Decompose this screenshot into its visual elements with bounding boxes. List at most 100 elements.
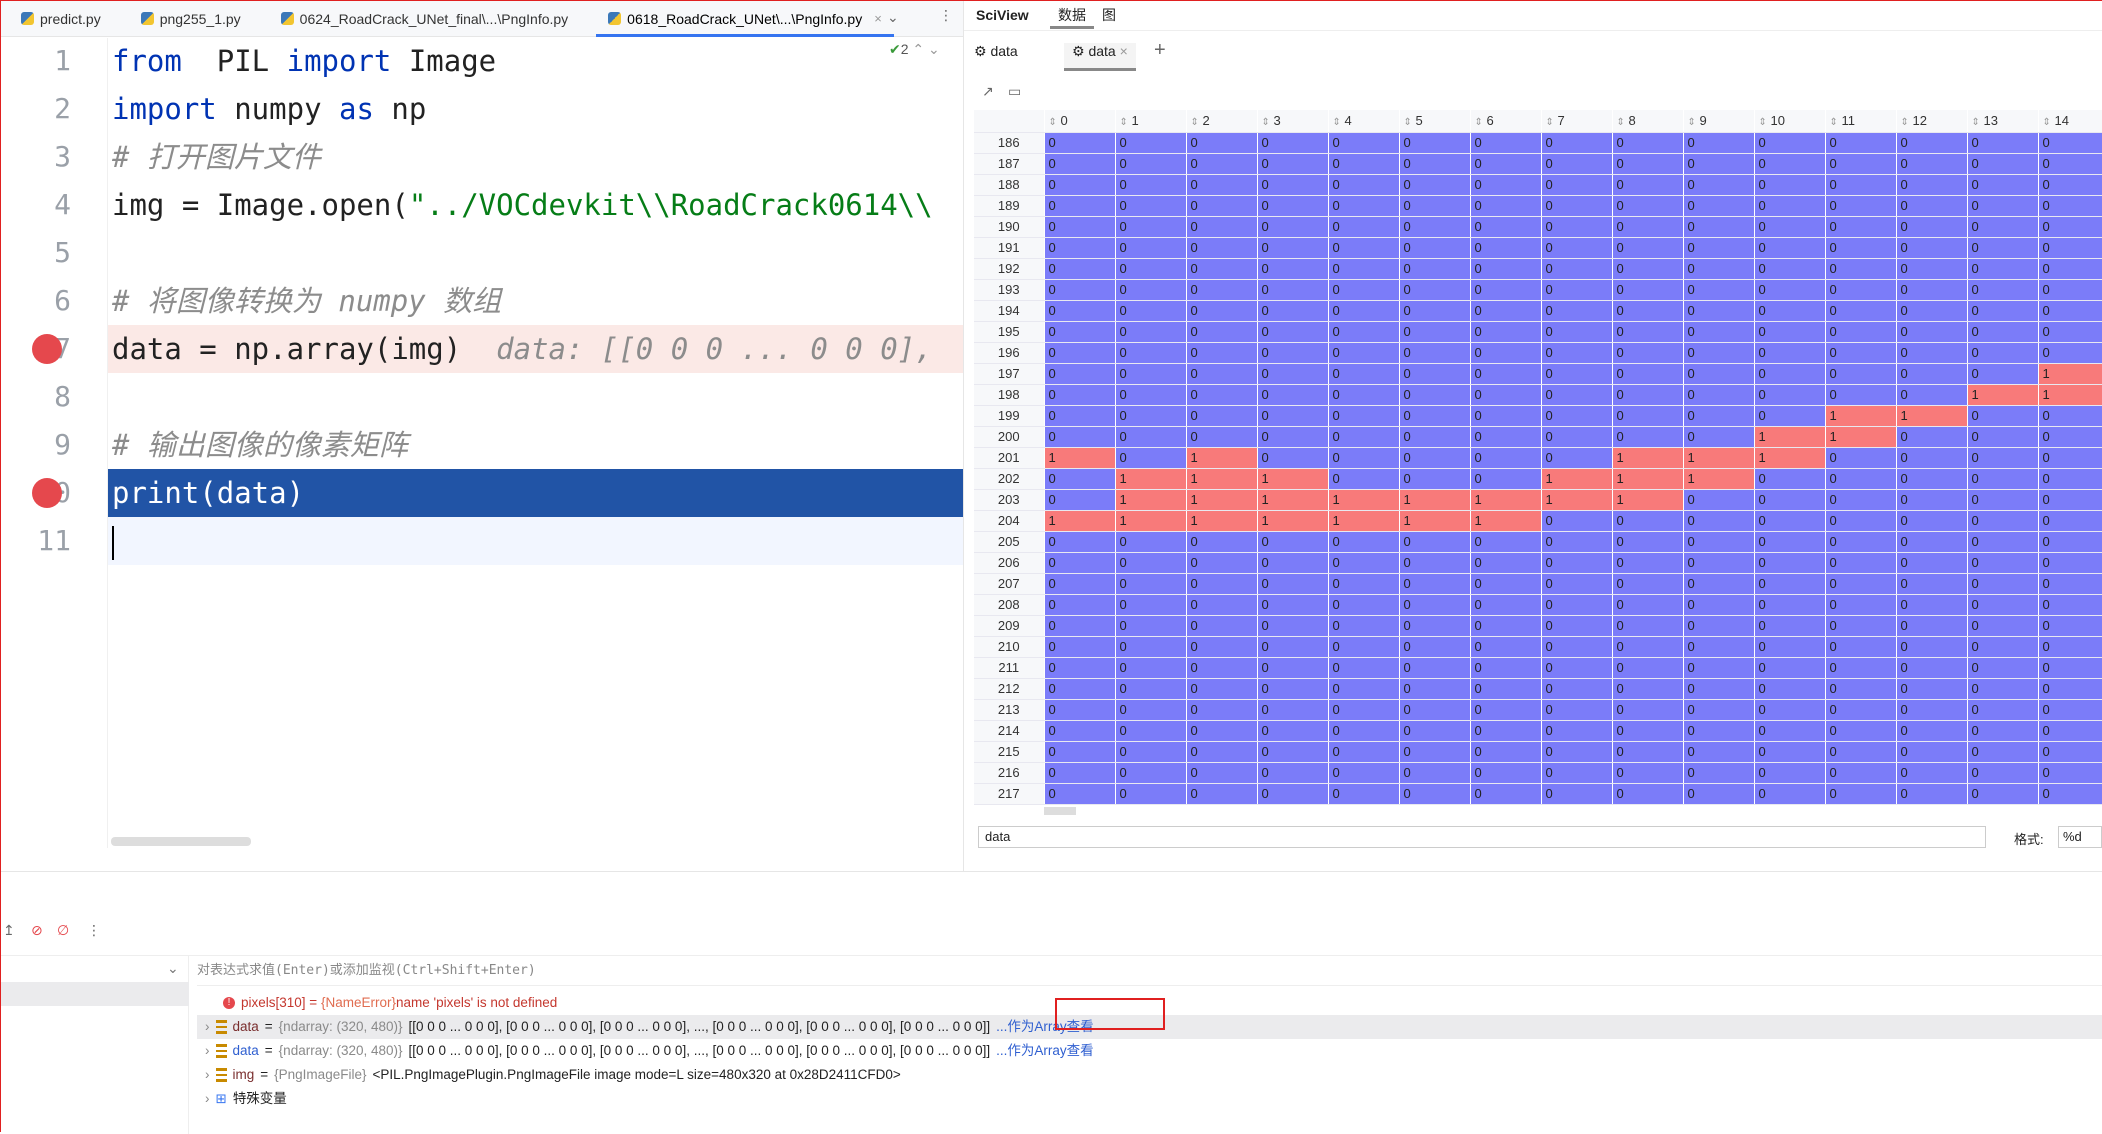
grid-cell[interactable]: 0 (1399, 384, 1471, 406)
grid-cell[interactable]: 0 (1683, 783, 1755, 805)
grid-cell[interactable]: 0 (1186, 552, 1258, 574)
grid-cell[interactable]: 0 (1257, 594, 1329, 616)
grid-cell[interactable]: 0 (1896, 468, 1968, 490)
grid-cell[interactable]: 0 (1470, 363, 1542, 385)
grid-cell[interactable]: 0 (1044, 783, 1116, 805)
grid-cell[interactable]: 0 (1328, 195, 1400, 217)
grid-cell[interactable]: 0 (1399, 552, 1471, 574)
add-tab-button[interactable]: + (1154, 39, 1166, 62)
grid-cell[interactable]: 0 (1186, 195, 1258, 217)
grid-cell[interactable]: 0 (1825, 720, 1897, 742)
grid-scrollbar[interactable] (1044, 807, 1076, 815)
grid-cell[interactable]: 0 (1754, 468, 1826, 490)
grid-cell[interactable]: 0 (1470, 174, 1542, 196)
grid-cell[interactable]: 0 (1470, 615, 1542, 637)
grid-cell[interactable]: 0 (1541, 531, 1613, 553)
column-header[interactable]: ⇕ 13 (1967, 110, 2039, 133)
grid-cell[interactable]: 0 (1754, 573, 1826, 595)
column-header[interactable]: ⇕ 11 (1825, 110, 1897, 133)
grid-cell[interactable]: 0 (1541, 153, 1613, 175)
column-header[interactable]: ⇕ 12 (1896, 110, 1968, 133)
grid-cell[interactable]: 0 (1967, 699, 2039, 721)
grid-cell[interactable]: 0 (1328, 342, 1400, 364)
grid-cell[interactable]: 0 (1470, 720, 1542, 742)
grid-cell[interactable]: 0 (1896, 573, 1968, 595)
variable-row[interactable]: › img = {PngImageFile} <PIL.PngImagePlugin… (191, 1064, 901, 1086)
grid-cell[interactable]: 0 (1257, 237, 1329, 259)
grid-cell[interactable]: 0 (1541, 132, 1613, 154)
grid-cell[interactable]: 0 (1115, 237, 1187, 259)
grid-cell[interactable]: 0 (1967, 741, 2039, 763)
grid-cell[interactable]: 0 (1541, 594, 1613, 616)
grid-cell[interactable]: 0 (1967, 615, 2039, 637)
grid-cell[interactable]: 0 (2038, 405, 2102, 427)
grid-cell[interactable]: 0 (2038, 615, 2102, 637)
grid-cell[interactable]: 0 (1683, 405, 1755, 427)
grid-cell[interactable]: 0 (1896, 552, 1968, 574)
grid-cell[interactable]: 0 (1186, 363, 1258, 385)
grid-cell[interactable]: 1 (1754, 447, 1826, 469)
grid-cell[interactable]: 0 (1754, 531, 1826, 553)
grid-cell[interactable]: 0 (1399, 363, 1471, 385)
grid-cell[interactable]: 0 (1328, 552, 1400, 574)
grid-cell[interactable]: 0 (2038, 426, 2102, 448)
grid-cell[interactable]: 0 (1044, 405, 1116, 427)
column-header[interactable]: ⇕ 6 (1470, 110, 1542, 133)
grid-cell[interactable]: 0 (1257, 195, 1329, 217)
grid-cell[interactable]: 1 (1115, 489, 1187, 511)
grid-cell[interactable]: 0 (1683, 657, 1755, 679)
grid-cell[interactable]: 0 (1683, 237, 1755, 259)
grid-cell[interactable]: 0 (1896, 678, 1968, 700)
expand-chevron-icon[interactable]: › (205, 1040, 210, 1062)
grid-cell[interactable]: 0 (1612, 720, 1684, 742)
tab-list-chevron-icon[interactable]: ⌄ (887, 9, 899, 26)
grid-cell[interactable]: 0 (1541, 741, 1613, 763)
grid-cell[interactable]: 1 (1967, 384, 2039, 406)
grid-cell[interactable]: 0 (1399, 258, 1471, 280)
grid-cell[interactable]: 0 (1683, 741, 1755, 763)
grid-cell[interactable]: 0 (1825, 678, 1897, 700)
grid-cell[interactable]: 0 (1754, 510, 1826, 532)
grid-cell[interactable]: 0 (1186, 132, 1258, 154)
grid-cell[interactable]: 0 (1470, 594, 1542, 616)
grid-cell[interactable]: 0 (2038, 216, 2102, 238)
grid-cell[interactable]: 0 (1825, 237, 1897, 259)
grid-cell[interactable]: 0 (1896, 426, 1968, 448)
editor-tab[interactable]: 0624_RoadCrack_UNet_final\...\PngInfo.py (261, 1, 589, 37)
grid-cell[interactable]: 1 (1115, 510, 1187, 532)
grid-cell[interactable]: 0 (1825, 741, 1897, 763)
view-breakpoints-icon[interactable]: ⊘ (31, 922, 43, 939)
grid-cell[interactable]: 0 (2038, 762, 2102, 784)
grid-cell[interactable]: 0 (1825, 300, 1897, 322)
grid-cell[interactable]: 0 (1967, 174, 2039, 196)
grid-cell[interactable]: 0 (1186, 384, 1258, 406)
grid-cell[interactable]: 0 (1825, 384, 1897, 406)
grid-cell[interactable]: 0 (1896, 699, 1968, 721)
grid-cell[interactable]: 0 (1754, 363, 1826, 385)
grid-cell[interactable]: 0 (1825, 321, 1897, 343)
grid-cell[interactable]: 0 (1115, 363, 1187, 385)
grid-cell[interactable]: 0 (1612, 258, 1684, 280)
grid-cell[interactable]: 0 (1683, 153, 1755, 175)
grid-cell[interactable]: 0 (2038, 531, 2102, 553)
grid-cell[interactable]: 0 (1967, 552, 2039, 574)
grid-cell[interactable]: 0 (1328, 174, 1400, 196)
grid-cell[interactable]: 1 (1186, 489, 1258, 511)
grid-cell[interactable]: 0 (1683, 762, 1755, 784)
grid-cell[interactable]: 1 (1399, 510, 1471, 532)
grid-cell[interactable]: 0 (1896, 615, 1968, 637)
tab-plot[interactable]: 图 (1094, 1, 1124, 29)
more-icon[interactable]: ⋮ (939, 7, 953, 24)
grid-cell[interactable]: 0 (1115, 384, 1187, 406)
column-header[interactable]: ⇕ 2 (1186, 110, 1258, 133)
grid-cell[interactable]: 0 (1967, 153, 2039, 175)
grid-cell[interactable]: 0 (1399, 174, 1471, 196)
grid-cell[interactable]: 0 (1115, 699, 1187, 721)
grid-cell[interactable]: 0 (1257, 447, 1329, 469)
grid-cell[interactable]: 0 (1328, 678, 1400, 700)
grid-cell[interactable]: 0 (1044, 699, 1116, 721)
grid-cell[interactable]: 1 (1896, 405, 1968, 427)
grid-cell[interactable]: 0 (2038, 657, 2102, 679)
grid-cell[interactable]: 0 (1754, 384, 1826, 406)
expand-chevron-icon[interactable]: › (205, 1064, 210, 1086)
